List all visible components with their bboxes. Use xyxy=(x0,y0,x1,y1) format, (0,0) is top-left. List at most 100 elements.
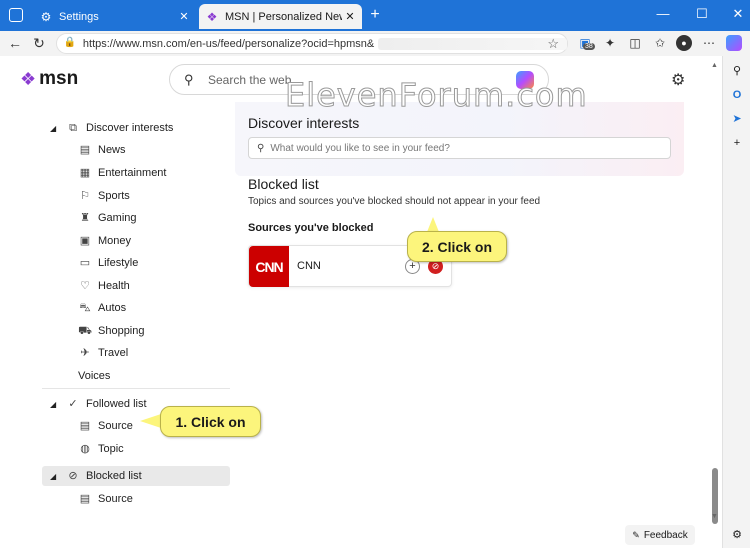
collapse-triangle-icon[interactable]: ◢ xyxy=(50,472,60,481)
sidebar-label: Source xyxy=(98,420,133,432)
interest-search-input[interactable]: ⚲ What would you like to see in your fee… xyxy=(248,137,671,159)
close-window-button[interactable]: ✕ xyxy=(729,6,747,22)
search-icon[interactable]: ⚲ xyxy=(730,64,744,78)
blocked-list-title: Blocked list xyxy=(248,176,319,192)
add-icon[interactable]: + xyxy=(730,136,744,150)
scrollbar-track[interactable] xyxy=(709,56,722,524)
edge-sidebar: ⚲ O ➤ + ⚙ xyxy=(722,56,750,548)
msn-logo[interactable]: ❖ msn xyxy=(20,68,78,90)
block-icon: ⊘ xyxy=(68,470,78,482)
sidebar-item-lifestyle[interactable]: ▭ Lifestyle xyxy=(42,253,230,273)
sidebar-item-health[interactable]: ♡ Health xyxy=(42,276,230,296)
refresh-icon[interactable]: ↻ xyxy=(30,34,48,52)
tab-label: MSN | Personalized News, Top He xyxy=(225,10,342,23)
logo-text: msn xyxy=(39,68,79,89)
search-icon: ⚲ xyxy=(184,71,194,87)
url-redacted xyxy=(378,37,567,50)
search-icon: ⚲ xyxy=(257,142,265,154)
news-icon: ▤ xyxy=(79,144,91,156)
close-tab-icon[interactable]: ✕ xyxy=(342,10,358,23)
sidebar-label: Gaming xyxy=(98,212,137,224)
source-name: CNN xyxy=(297,260,321,272)
health-heart-icon: ♡ xyxy=(80,280,90,292)
sidebar-item-voices[interactable]: Voices xyxy=(42,366,230,386)
back-icon[interactable]: ← xyxy=(6,34,24,52)
sidebar-label: Autos xyxy=(98,302,127,314)
sidebar-label: Voices xyxy=(78,370,111,382)
maximize-button[interactable]: ☐ xyxy=(693,6,711,22)
gaming-icon: ♜ xyxy=(80,212,90,224)
scroll-down-icon[interactable]: ▼ xyxy=(711,513,718,520)
favorite-star-icon[interactable]: ☆ xyxy=(547,36,559,52)
split-screen-icon[interactable]: ◫ xyxy=(627,35,643,51)
sidebar-blocked-list[interactable]: ◢ ⊘ Blocked list xyxy=(42,466,230,486)
sidebar-label: Travel xyxy=(98,347,129,359)
address-bar[interactable]: 🔒 https://www.msn.com/en-us/feed/persona… xyxy=(56,33,568,54)
copilot-icon[interactable] xyxy=(726,35,742,51)
sidebar-item-money[interactable]: ▣ Money xyxy=(42,231,230,251)
tab-label: Settings xyxy=(59,10,99,23)
settings-gear-icon[interactable]: ⚙ xyxy=(730,528,744,542)
notification-badge: 38 xyxy=(583,43,595,50)
minimize-button[interactable]: — xyxy=(654,6,672,21)
sidebar-item-followed-topic[interactable]: ◍ Topic xyxy=(42,439,230,459)
callout-arrow xyxy=(427,217,439,232)
puzzle-icon[interactable]: ✦ xyxy=(602,35,618,51)
sidebar-label: Sports xyxy=(98,190,130,202)
search-placeholder: Search the web xyxy=(208,72,292,87)
profile-avatar[interactable]: ● xyxy=(676,35,692,51)
sidebar-item-travel[interactable]: ✈ Travel xyxy=(42,343,230,363)
sidebar-label: Topic xyxy=(98,443,124,455)
sidebar-item-entertainment[interactable]: ▦ Entertainment xyxy=(42,163,230,183)
sidebar-label: Money xyxy=(98,235,132,247)
feedback-icon: ✎ xyxy=(632,529,640,540)
gear-icon: ⚙ xyxy=(40,9,52,24)
close-tab-icon[interactable]: ✕ xyxy=(176,10,192,23)
travel-icon: ✈ xyxy=(80,347,90,359)
sidebar-item-shopping[interactable]: ⛟ Shopping xyxy=(42,321,230,341)
source-icon: ▤ xyxy=(79,493,91,505)
sidebar-label: Health xyxy=(98,280,130,292)
send-icon[interactable]: ➤ xyxy=(730,112,744,126)
collapse-triangle-icon[interactable]: ◢ xyxy=(50,400,60,409)
blocked-list-description: Topics and sources you've blocked should… xyxy=(248,196,541,207)
tab-msn[interactable]: ❖ MSN | Personalized News, Top He ✕ xyxy=(199,4,362,29)
sidebar-item-gaming[interactable]: ♜ Gaming xyxy=(42,208,230,228)
title-bar: ⚙ Settings ✕ ❖ MSN | Personalized News, … xyxy=(0,0,750,31)
lock-icon[interactable]: 🔒 xyxy=(63,37,77,51)
callout-step-1: 1. Click on xyxy=(160,406,261,437)
workspaces-icon[interactable] xyxy=(9,8,23,22)
sidebar-label: Source xyxy=(98,493,133,505)
check-circle-icon: ✓ xyxy=(68,398,78,410)
url-text: https://www.msn.com/en-us/feed/personali… xyxy=(82,37,375,50)
sidebar-item-news[interactable]: ▤ News xyxy=(42,140,230,160)
feedback-button[interactable]: ✎ Feedback xyxy=(625,525,695,545)
lifestyle-icon: ▭ xyxy=(79,257,91,269)
sidebar-item-blocked-source[interactable]: ▤ Source xyxy=(42,489,230,509)
feedback-label: Feedback xyxy=(643,529,688,541)
sports-icon: ⚐ xyxy=(80,190,90,202)
discover-icon: ⧉ xyxy=(69,122,77,134)
shopping-cart-icon: ⛟ xyxy=(78,325,92,337)
car-icon: ⛍ xyxy=(79,302,91,314)
sidebar-item-sports[interactable]: ⚐ Sports xyxy=(42,186,230,206)
outlook-icon[interactable]: O xyxy=(730,88,744,102)
sidebar-item-autos[interactable]: ⛍ Autos xyxy=(42,298,230,318)
watermark: ElevenForum.com xyxy=(285,76,588,115)
sidebar-label: Blocked list xyxy=(86,470,142,482)
interest-placeholder: What would you like to see in your feed? xyxy=(270,142,450,154)
settings-gear-icon[interactable]: ⚙ xyxy=(671,70,685,90)
more-icon[interactable]: ⋯ xyxy=(701,35,717,51)
collapse-triangle-icon[interactable]: ◢ xyxy=(50,124,60,133)
globe-icon: ◍ xyxy=(80,443,90,455)
favorites-icon[interactable]: ✩ xyxy=(652,35,668,51)
personalize-sidebar: ◢ ⧉ Discover interests ▤ News ▦ Entertainm… xyxy=(42,116,230,548)
sidebar-discover-interests[interactable]: ◢ ⧉ Discover interests xyxy=(42,118,230,138)
new-tab-button[interactable]: + xyxy=(366,6,384,24)
sidebar-label: Lifestyle xyxy=(98,257,139,269)
tab-settings[interactable]: ⚙ Settings ✕ xyxy=(31,4,196,29)
source-icon: ▤ xyxy=(79,420,91,432)
sources-blocked-title: Sources you've blocked xyxy=(248,222,374,234)
callout-arrow xyxy=(140,414,161,428)
scroll-up-icon[interactable]: ▲ xyxy=(711,62,718,69)
